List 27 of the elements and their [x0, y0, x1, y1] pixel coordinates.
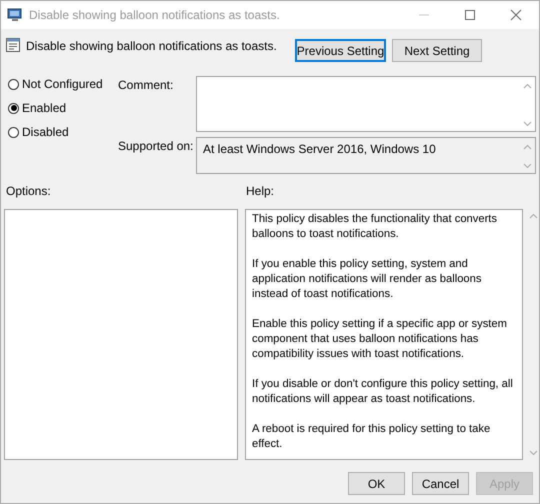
dialog-button[interactable]: Cancel: [412, 472, 469, 495]
scroll-up-icon[interactable]: [529, 213, 538, 219]
setting-title: Disable showing balloon notifications as toasts.: [26, 39, 278, 53]
scroll-down-icon[interactable]: [523, 121, 532, 127]
window-title: Disable showing balloon notifications as toasts.: [29, 8, 281, 22]
radio-button[interactable]: [8, 126, 19, 138]
previous-setting-button[interactable]: Previous Setting: [295, 39, 386, 62]
radio-button[interactable]: [8, 102, 19, 114]
next-setting-button[interactable]: Next Setting: [392, 39, 482, 62]
radio-label[interactable]: Disabled: [22, 125, 69, 139]
setting-icon: [6, 38, 20, 52]
radio-label[interactable]: Not Configured: [22, 77, 103, 91]
help-label: Help:: [246, 184, 274, 200]
policy-icon: [7, 8, 23, 22]
scroll-down-icon[interactable]: [523, 163, 532, 169]
comment-label: Comment:: [118, 77, 174, 94]
radio-button[interactable]: [8, 78, 19, 90]
dialog-button[interactable]: OK: [348, 472, 405, 495]
scroll-down-icon[interactable]: [529, 450, 538, 456]
comment-field[interactable]: [196, 76, 536, 132]
supported-on-label: Supported on:: [118, 138, 194, 155]
radio-label[interactable]: Enabled: [22, 101, 66, 115]
options-label: Options:: [6, 184, 52, 200]
supported-on-field: At least Windows Server 2016, Windows 10: [196, 137, 536, 174]
help-text-panel: This policy disables the functionality that converts balloons to toast notifications. If you enable this policy setting, system and application notifications will render as balloons instead of toast notifications. Enable this policy setting if a specific app or system component that uses balloon notifications has compatibility issues with toast notifications. If you disable or don't configure this policy setting, all notifications will appear as toast notifications. A reboot is required for this policy setting to take effect.: [245, 209, 523, 460]
scroll-up-icon[interactable]: [523, 83, 532, 89]
scroll-up-icon[interactable]: [523, 144, 532, 150]
